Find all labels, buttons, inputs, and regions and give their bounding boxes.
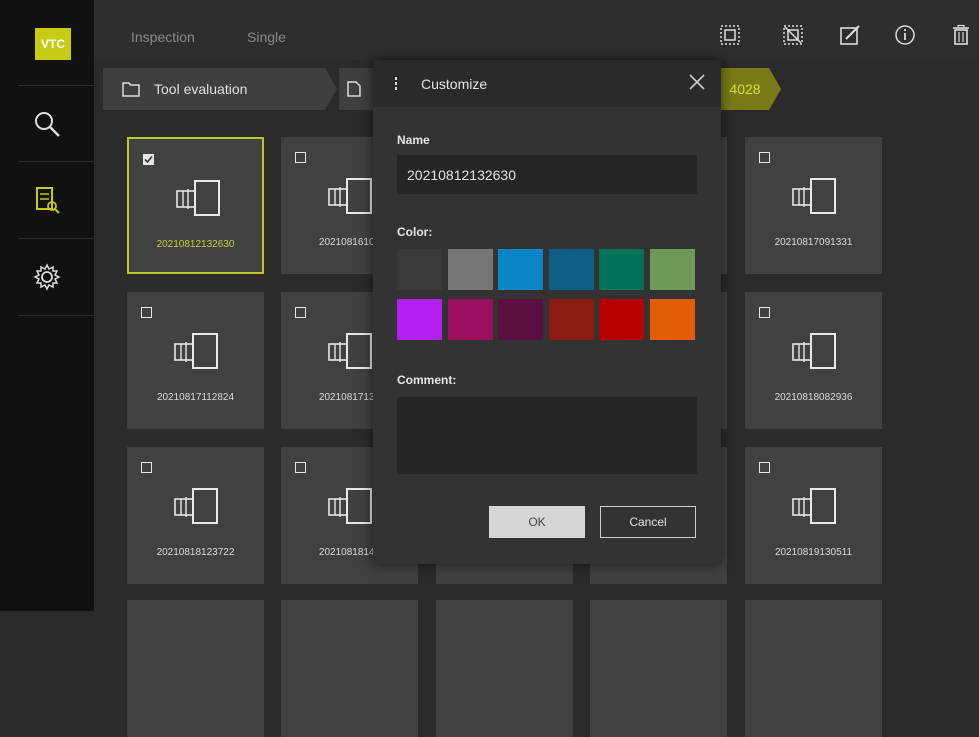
tool-holder-icon xyxy=(325,177,375,222)
color-swatch[interactable] xyxy=(649,249,695,290)
tile-label: 20210812132630 xyxy=(156,239,235,250)
comment-field[interactable] xyxy=(397,397,697,474)
dialog-title: Customize xyxy=(421,76,488,92)
color-swatch[interactable] xyxy=(447,299,493,340)
tile-label: 20210817091331 xyxy=(774,237,853,248)
ok-button[interactable]: OK xyxy=(489,506,585,538)
dialog-header: Customize xyxy=(373,60,721,107)
check-icon xyxy=(144,155,153,164)
tool-holder-icon xyxy=(789,332,839,377)
tile-checkbox[interactable] xyxy=(759,152,770,163)
tile-label: 20210817112824 xyxy=(156,392,235,403)
sidebar-item-tools[interactable] xyxy=(0,162,94,238)
edit-icon[interactable] xyxy=(839,24,861,46)
tool-tile[interactable] xyxy=(590,600,727,737)
tile-checkbox[interactable] xyxy=(141,462,152,473)
breadcrumb-root-label: Tool evaluation xyxy=(154,81,248,97)
name-value: 20210812132630 xyxy=(407,167,517,183)
tool-tile[interactable] xyxy=(436,600,573,737)
color-swatch[interactable] xyxy=(548,249,594,290)
color-swatch[interactable] xyxy=(397,249,442,290)
name-field[interactable]: 20210812132630 xyxy=(397,155,697,194)
tool-tile[interactable] xyxy=(281,600,418,737)
comment-label: Comment: xyxy=(397,373,457,387)
gear-icon xyxy=(33,263,61,291)
tool-tile[interactable]: 20210818082936 xyxy=(745,292,882,429)
deselect-all-icon[interactable] xyxy=(782,24,804,46)
breadcrumb-current-label: 4028 xyxy=(729,81,761,97)
sidebar-item-search[interactable] xyxy=(0,86,94,162)
tool-list-icon xyxy=(36,187,60,214)
breadcrumb-root[interactable]: Tool evaluation xyxy=(103,68,325,110)
breadcrumb-current-suffix[interactable]: 4028 xyxy=(721,68,769,110)
tile-checkbox[interactable] xyxy=(295,462,306,473)
drag-handle-icon[interactable] xyxy=(393,77,399,91)
document-icon xyxy=(347,81,361,97)
tool-tile[interactable]: 20210817112824 xyxy=(127,292,264,429)
color-swatch[interactable] xyxy=(397,299,442,340)
color-label: Color: xyxy=(397,225,433,239)
top-bar: Inspection Single xyxy=(94,0,979,60)
tool-holder-icon xyxy=(789,177,839,222)
tool-tile[interactable]: 20210818123722 xyxy=(127,447,264,584)
breadcrumb-separator xyxy=(325,68,337,110)
tile-checkbox[interactable] xyxy=(143,154,154,165)
close-icon[interactable] xyxy=(688,73,706,91)
tool-tile[interactable] xyxy=(127,600,264,737)
sidebar-item-settings[interactable] xyxy=(0,239,94,315)
breadcrumb-separator xyxy=(769,68,781,110)
tool-holder-icon xyxy=(171,332,221,377)
tile-label: 20210819130511 xyxy=(774,547,853,558)
color-swatch[interactable] xyxy=(599,299,644,340)
breadcrumb-current[interactable] xyxy=(339,68,373,110)
tool-tile[interactable]: 20210819130511 xyxy=(745,447,882,584)
cancel-button[interactable]: Cancel xyxy=(600,506,696,538)
color-swatch[interactable] xyxy=(649,299,695,340)
trash-icon[interactable] xyxy=(950,24,972,46)
color-swatch[interactable] xyxy=(548,299,594,340)
folder-icon xyxy=(122,82,140,97)
tab-single[interactable]: Single xyxy=(247,29,286,45)
select-all-icon[interactable] xyxy=(719,24,741,46)
tile-checkbox[interactable] xyxy=(295,307,306,318)
color-swatch[interactable] xyxy=(498,299,543,340)
tile-checkbox[interactable] xyxy=(759,307,770,318)
left-sidebar: VTC xyxy=(0,0,94,611)
tool-holder-icon xyxy=(173,179,223,224)
tool-holder-icon xyxy=(325,487,375,532)
tool-holder-icon xyxy=(789,487,839,532)
info-icon[interactable] xyxy=(894,24,916,46)
name-label: Name xyxy=(397,133,430,147)
divider xyxy=(18,315,94,316)
tool-holder-icon xyxy=(171,487,221,532)
app-logo: VTC xyxy=(35,28,71,60)
search-icon xyxy=(35,112,60,137)
tool-holder-icon xyxy=(325,332,375,377)
tile-label: 20210818082936 xyxy=(774,392,853,403)
tile-checkbox[interactable] xyxy=(759,462,770,473)
tool-tile[interactable] xyxy=(745,600,882,737)
color-swatch[interactable] xyxy=(599,249,644,290)
tile-checkbox[interactable] xyxy=(295,152,306,163)
tab-inspection[interactable]: Inspection xyxy=(131,29,195,45)
color-swatch[interactable] xyxy=(498,249,543,290)
tool-tile[interactable]: 20210817091331 xyxy=(745,137,882,274)
tile-label: 20210818123722 xyxy=(156,547,235,558)
tile-checkbox[interactable] xyxy=(141,307,152,318)
customize-dialog: Customize Name 20210812132630 Color: Com… xyxy=(373,60,721,564)
color-swatch[interactable] xyxy=(447,249,493,290)
tool-tile[interactable]: 20210812132630 xyxy=(127,137,264,274)
